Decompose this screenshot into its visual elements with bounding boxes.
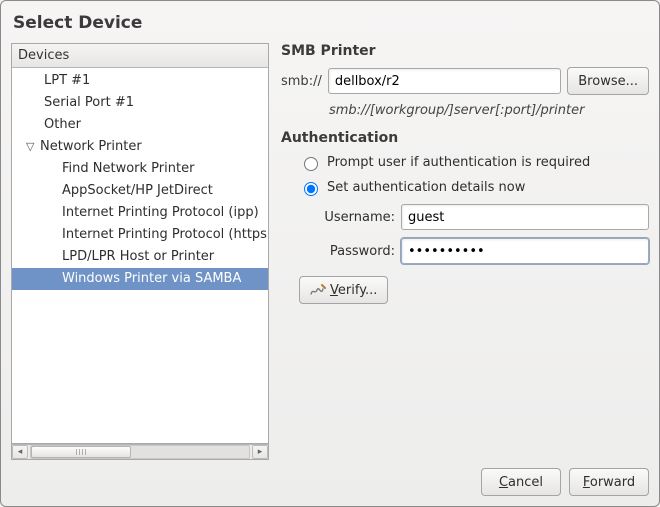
radio-setnow-row[interactable]: Set authentication details now [281, 179, 649, 196]
tree-item-appsocket[interactable]: AppSocket/HP JetDirect [12, 180, 268, 202]
radio-prompt-label: Prompt user if authentication is require… [327, 155, 590, 170]
tree-item-lpt[interactable]: LPT #1 [12, 70, 268, 92]
tree-item-lpd[interactable]: LPD/LPR Host or Printer [12, 246, 268, 268]
smb-uri-row: smb:// Browse... [281, 67, 649, 95]
password-label: Password: [317, 244, 395, 259]
smb-uri-input[interactable] [328, 68, 561, 94]
forward-button[interactable]: Forward [569, 468, 649, 496]
cancel-button-label: Cancel [499, 475, 543, 490]
tree-item-other[interactable]: Other [12, 114, 268, 136]
devices-tree[interactable]: LPT #1 Serial Port #1 Other ▽ Network Pr… [11, 68, 269, 444]
devices-header[interactable]: Devices [11, 43, 269, 68]
radio-setnow-label: Set authentication details now [327, 180, 525, 195]
tree-item-find-network[interactable]: Find Network Printer [12, 158, 268, 180]
scroll-right-icon[interactable]: ▸ [252, 445, 268, 459]
tree-item-ipps[interactable]: Internet Printing Protocol (https) [12, 224, 268, 246]
username-label: Username: [317, 210, 395, 225]
dialog-content: Devices LPT #1 Serial Port #1 Other ▽ Ne… [11, 43, 649, 460]
radio-setnow[interactable] [304, 182, 318, 196]
radio-prompt[interactable] [304, 157, 318, 171]
forward-button-label: Forward [583, 475, 635, 490]
scroll-track[interactable] [30, 445, 250, 459]
dialog-footer: Cancel Forward [11, 460, 649, 496]
browse-button[interactable]: Browse... [567, 67, 649, 95]
signature-icon [310, 283, 326, 297]
right-pane: SMB Printer smb:// Browse... smb://[work… [281, 43, 649, 460]
chevron-down-icon: ▽ [26, 136, 36, 158]
smb-scheme-label: smb:// [281, 74, 322, 89]
tree-item-ipp[interactable]: Internet Printing Protocol (ipp) [12, 202, 268, 224]
radio-prompt-row[interactable]: Prompt user if authentication is require… [281, 154, 649, 171]
tree-item-serial[interactable]: Serial Port #1 [12, 92, 268, 114]
scroll-thumb[interactable] [31, 446, 131, 458]
tree-item-network[interactable]: ▽ Network Printer [12, 136, 268, 158]
scroll-left-icon[interactable]: ◂ [12, 445, 28, 459]
verify-button-label: Verify... [330, 283, 377, 298]
smb-uri-hint: smb://[workgroup/]server[:port]/printer [329, 103, 649, 118]
auth-section-title: Authentication [281, 130, 649, 146]
devices-panel: Devices LPT #1 Serial Port #1 Other ▽ Ne… [11, 43, 269, 460]
tree-item-samba[interactable]: Windows Printer via SAMBA [12, 268, 268, 290]
smb-section-title: SMB Printer [281, 43, 649, 59]
password-input[interactable] [401, 238, 649, 264]
password-row: Password: [281, 238, 649, 264]
cancel-button[interactable]: Cancel [481, 468, 561, 496]
select-device-dialog: Select Device Devices LPT #1 Serial Port… [0, 0, 660, 507]
tree-item-label: Network Printer [40, 136, 142, 158]
verify-row: Verify... [281, 276, 649, 304]
username-input[interactable] [401, 204, 649, 230]
tree-h-scrollbar[interactable]: ◂ ▸ [11, 444, 269, 460]
dialog-title: Select Device [11, 9, 649, 43]
username-row: Username: [281, 204, 649, 230]
verify-button[interactable]: Verify... [299, 276, 388, 304]
browse-button-label: Browse... [578, 74, 638, 89]
